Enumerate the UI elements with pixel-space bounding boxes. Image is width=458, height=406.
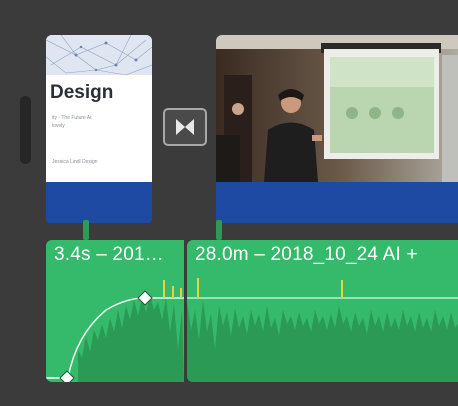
presentation-scene	[216, 35, 458, 182]
slide-subtitle-line2: lovely	[52, 123, 65, 129]
clip-connector	[216, 220, 222, 240]
title-slide-thumbnail: Design ity - The Future At lovely Jessic…	[46, 35, 152, 182]
video-clip-title-slide[interactable]: Design ity - The Future At lovely Jessic…	[46, 35, 152, 223]
slide-title: Design	[50, 82, 114, 103]
clip-connector	[83, 220, 89, 240]
slide-footer: Jessica Lindl Design	[52, 159, 98, 165]
diamond-keyframe-icon[interactable]	[59, 370, 75, 382]
audio-clip-label: 28.0m – 2018_10_24 AI +	[195, 244, 418, 265]
video-clip-presentation[interactable]	[216, 35, 458, 223]
bowtie-transition-icon	[176, 119, 194, 135]
audio-clip-label: 3.4s – 201…	[54, 244, 164, 265]
transition-button[interactable]	[163, 108, 207, 146]
slide-subtitle: ity - The Future At	[52, 115, 92, 121]
timeline-scroll-handle[interactable]	[20, 96, 31, 164]
presentation-thumbnail	[216, 35, 458, 182]
audio-clip-2[interactable]: 28.0m – 2018_10_24 AI +	[187, 240, 458, 382]
diamond-keyframe-icon[interactable]	[137, 290, 153, 306]
audio-clip-1[interactable]: 3.4s – 201…	[46, 240, 184, 382]
